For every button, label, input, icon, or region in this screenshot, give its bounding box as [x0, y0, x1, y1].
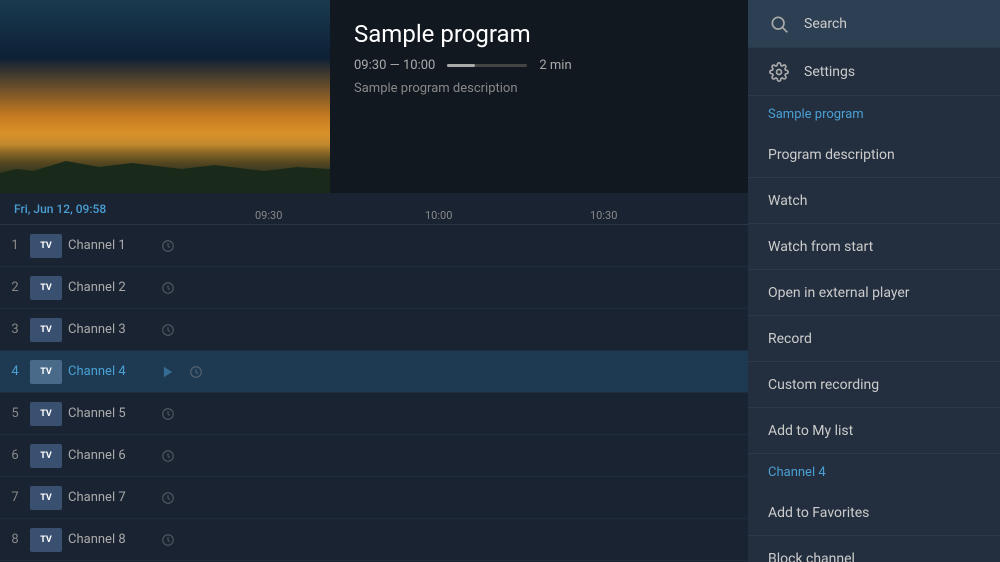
right-panel: Search Settings Sample program Program d…: [748, 0, 1000, 562]
menu-item-watch-from-start[interactable]: Watch from start: [748, 224, 1000, 270]
history-icon: [158, 320, 178, 340]
menu-item-record[interactable]: Record: [748, 316, 1000, 362]
channel-num: 6: [0, 448, 30, 463]
channel-name: Channel 4: [68, 364, 158, 379]
channel-row-5[interactable]: 5TVChannel 5Sample program: [0, 393, 748, 435]
left-panel: Sample program 09:30 — 10:00 2 min Sampl…: [0, 0, 748, 562]
channel-name: Channel 8: [68, 532, 158, 547]
add-favorites-label: Add to Favorites: [768, 505, 869, 521]
channel-icon: TV: [30, 234, 62, 258]
channel-num: 3: [0, 322, 30, 337]
channel-row-4[interactable]: 4TVChannel 4Sample programSample program…: [0, 351, 748, 393]
channel-row-6[interactable]: 6TVChannel 6Sample programSample program: [0, 435, 748, 477]
channel-row-3[interactable]: 3TVChannel 3Sample programSample progr…S…: [0, 309, 748, 351]
channel-list: 1TVChannel 1Sample programSample …Sample…: [0, 225, 748, 562]
channel-row-8[interactable]: 8TVChannel 8Sample programSample program: [0, 519, 748, 561]
open-external-label: Open in external player: [768, 285, 910, 301]
channel-icon: TV: [30, 360, 62, 384]
search-icon: [768, 13, 790, 35]
channel-name: Channel 7: [68, 490, 158, 505]
channel-icon: TV: [30, 318, 62, 342]
channel-num: 4: [0, 364, 30, 379]
channel-name: Channel 5: [68, 406, 158, 421]
channel-name: Channel 1: [68, 238, 158, 253]
progress-bar-fill: [447, 64, 475, 67]
menu-item-add-favorites[interactable]: Add to Favorites: [748, 490, 1000, 536]
history-icon: [158, 488, 178, 508]
preview-area: Sample program 09:30 — 10:00 2 min Sampl…: [0, 0, 748, 193]
gear-icon: [768, 61, 790, 83]
watch-from-start-label: Watch from start: [768, 239, 873, 255]
menu-item-block-channel[interactable]: Block channel: [748, 536, 1000, 562]
preview-info: Sample program 09:30 — 10:00 2 min Sampl…: [330, 0, 596, 193]
custom-recording-label: Custom recording: [768, 377, 879, 393]
menu-item-custom-recording[interactable]: Custom recording: [748, 362, 1000, 408]
history-icon: [158, 236, 178, 256]
channel-name: Channel 2: [68, 280, 158, 295]
preview-description: Sample program description: [354, 81, 572, 96]
timeline-slot-1: 10:00: [425, 209, 452, 222]
channel-num: 2: [0, 280, 30, 295]
channel-num: 5: [0, 406, 30, 421]
channel-icon: TV: [30, 276, 62, 300]
timeline-slot-0: 09:30: [255, 209, 282, 222]
watch-label: Watch: [768, 193, 807, 209]
settings-label: Settings: [804, 64, 855, 80]
add-to-list-label: Add to My list: [768, 423, 853, 439]
channel-icon: TV: [30, 402, 62, 426]
timeline-slot-2: 10:30: [590, 209, 617, 222]
program-description-label: Program description: [768, 147, 895, 163]
channel-row-2[interactable]: 2TVChannel 2Sample programSample program: [0, 267, 748, 309]
channel-row-1[interactable]: 1TVChannel 1Sample programSample …Sample…: [0, 225, 748, 267]
menu-item-open-external[interactable]: Open in external player: [748, 270, 1000, 316]
channel-icon: TV: [30, 528, 62, 552]
channel-section-label: Channel 4: [768, 465, 826, 480]
channel-num: 1: [0, 238, 30, 253]
history-icon: [158, 530, 178, 550]
channel-name: Channel 3: [68, 322, 158, 337]
block-channel-label: Block channel: [768, 551, 855, 562]
channel-name: Channel 6: [68, 448, 158, 463]
history-icon: [158, 278, 178, 298]
menu-item-program-description[interactable]: Program description: [748, 132, 1000, 178]
preview-thumbnail: [0, 0, 330, 193]
preview-duration: 2 min: [539, 58, 571, 73]
record-label: Record: [768, 331, 812, 347]
search-label: Search: [804, 16, 847, 32]
menu-item-add-to-list[interactable]: Add to My list: [748, 408, 1000, 454]
timeline-date: Fri, Jun 12, 09:58: [0, 202, 255, 216]
program-section-label: Sample program: [768, 107, 864, 122]
channel-icon: TV: [30, 444, 62, 468]
preview-title: Sample program: [354, 20, 572, 48]
history-icon: [158, 404, 178, 424]
search-item[interactable]: Search: [748, 0, 1000, 48]
preview-time-range: 09:30 — 10:00: [354, 58, 435, 73]
history-icon: [158, 446, 178, 466]
schedule-icon: [186, 362, 206, 382]
menu-item-watch[interactable]: Watch: [748, 178, 1000, 224]
preview-time-row: 09:30 — 10:00 2 min: [354, 58, 572, 73]
channel-row-7[interactable]: 7TVChannel 7Sample programSample program: [0, 477, 748, 519]
play-icon: [158, 362, 178, 382]
channel-num: 8: [0, 532, 30, 547]
channel-icon: TV: [30, 486, 62, 510]
channel-num: 7: [0, 490, 30, 505]
program-section-header: Sample program: [748, 96, 1000, 132]
timeline-header: Fri, Jun 12, 09:58 09:30 10:00 10:30: [0, 193, 748, 225]
channel-section-header: Channel 4: [748, 454, 1000, 490]
settings-item[interactable]: Settings: [748, 48, 1000, 96]
progress-bar-container: [447, 64, 527, 67]
